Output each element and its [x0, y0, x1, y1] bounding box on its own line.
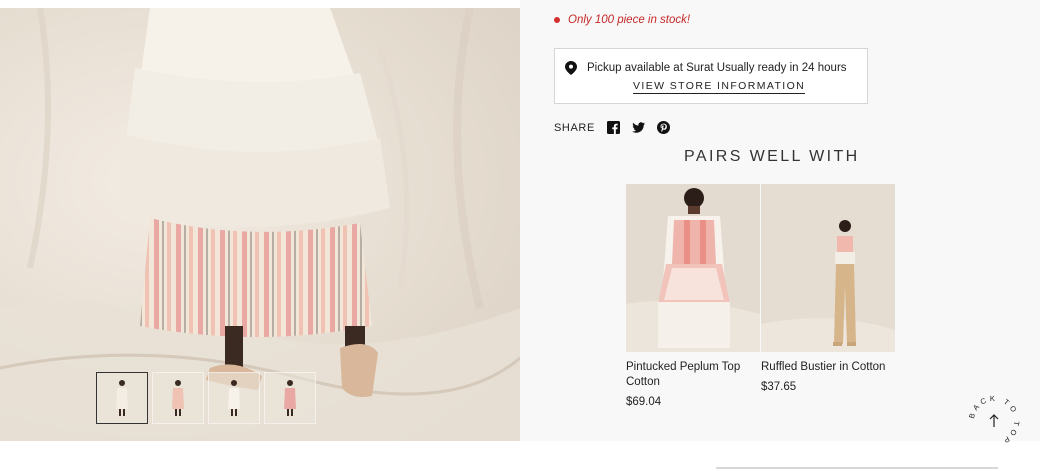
back-to-top-button[interactable]: BACK TO TOP	[966, 393, 1022, 449]
pickup-text: Pickup available at Surat Usually ready …	[587, 62, 847, 74]
pickup-info-box: Pickup available at Surat Usually ready …	[554, 48, 868, 104]
thumbnail-3[interactable]	[208, 372, 260, 424]
main-product-image[interactable]	[0, 8, 520, 441]
pairs-product-price: $37.65	[761, 381, 797, 393]
view-store-information-link[interactable]: VIEW STORE INFORMATION	[633, 80, 806, 94]
pairs-product-price: $69.04	[626, 396, 662, 408]
map-pin-icon	[565, 61, 577, 75]
share-label: SHARE	[554, 121, 595, 134]
stock-status: Only 100 piece in stock!	[554, 14, 690, 26]
pairs-product-name[interactable]: Pintucked Peplum Top Cotton	[626, 360, 760, 390]
pairs-product-image[interactable]	[626, 184, 760, 352]
thumbnail-strip	[96, 372, 316, 426]
pairs-product-card[interactable]: Pintucked Peplum Top Cotton $69.04	[626, 184, 760, 408]
product-page: Only 100 piece in stock! Pickup availabl…	[0, 0, 1040, 471]
arrow-up-icon	[989, 414, 999, 427]
pairs-product-card[interactable]: Ruffled Bustier in Cotton $37.65	[761, 184, 895, 393]
twitter-icon[interactable]	[632, 121, 645, 134]
share-row: SHARE	[554, 121, 670, 134]
pairs-product-image[interactable]	[761, 184, 895, 352]
pairs-product-name[interactable]: Ruffled Bustier in Cotton	[761, 360, 895, 375]
thumbnail-1[interactable]	[96, 372, 148, 424]
footer-divider	[716, 467, 998, 469]
facebook-icon[interactable]	[606, 121, 620, 134]
thumbnail-2[interactable]	[152, 372, 204, 424]
product-info-panel: Only 100 piece in stock! Pickup availabl…	[520, 0, 1040, 446]
pairs-well-with-heading: PAIRS WELL WITH	[684, 148, 860, 165]
stock-dot-icon	[554, 17, 560, 23]
thumbnail-4[interactable]	[264, 372, 316, 424]
stock-text: Only 100 piece in stock!	[568, 14, 691, 26]
pinterest-icon[interactable]	[656, 121, 670, 134]
